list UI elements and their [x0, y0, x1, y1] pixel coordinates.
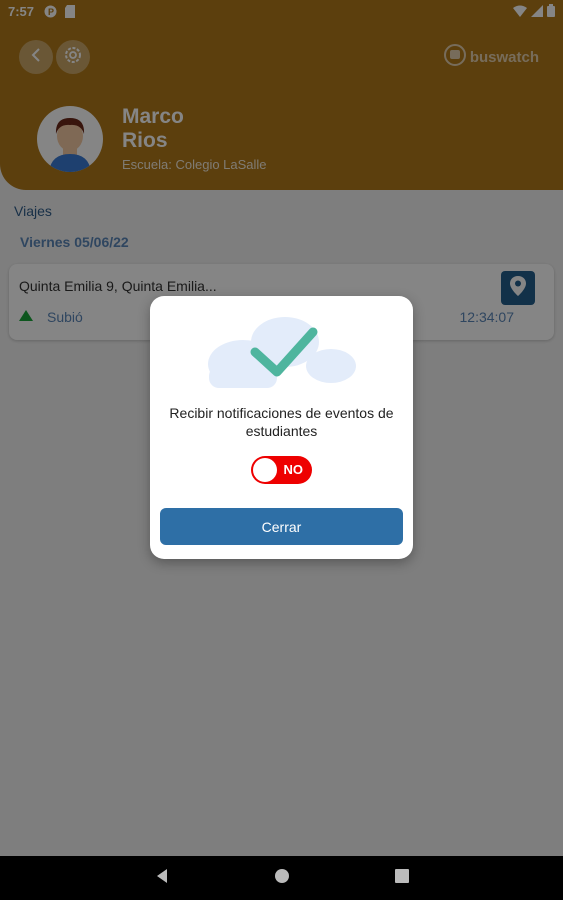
navigation-bar [0, 856, 563, 900]
notifications-toggle[interactable]: NO [251, 456, 312, 484]
notifications-dialog: Recibir notificaciones de eventos de est… [150, 296, 413, 559]
toggle-label: NO [283, 462, 304, 477]
close-button[interactable]: Cerrar [160, 508, 403, 545]
nav-recents-icon [395, 868, 409, 888]
nav-back-icon [155, 868, 169, 889]
cloud-check-icon [205, 312, 357, 397]
dialog-message: Recibir notificaciones de eventos de est… [169, 405, 394, 439]
nav-recents-button[interactable] [392, 868, 412, 888]
toggle-knob [253, 458, 277, 482]
nav-back-button[interactable] [152, 868, 172, 888]
nav-home-button[interactable] [272, 868, 292, 888]
nav-home-icon [274, 868, 290, 889]
